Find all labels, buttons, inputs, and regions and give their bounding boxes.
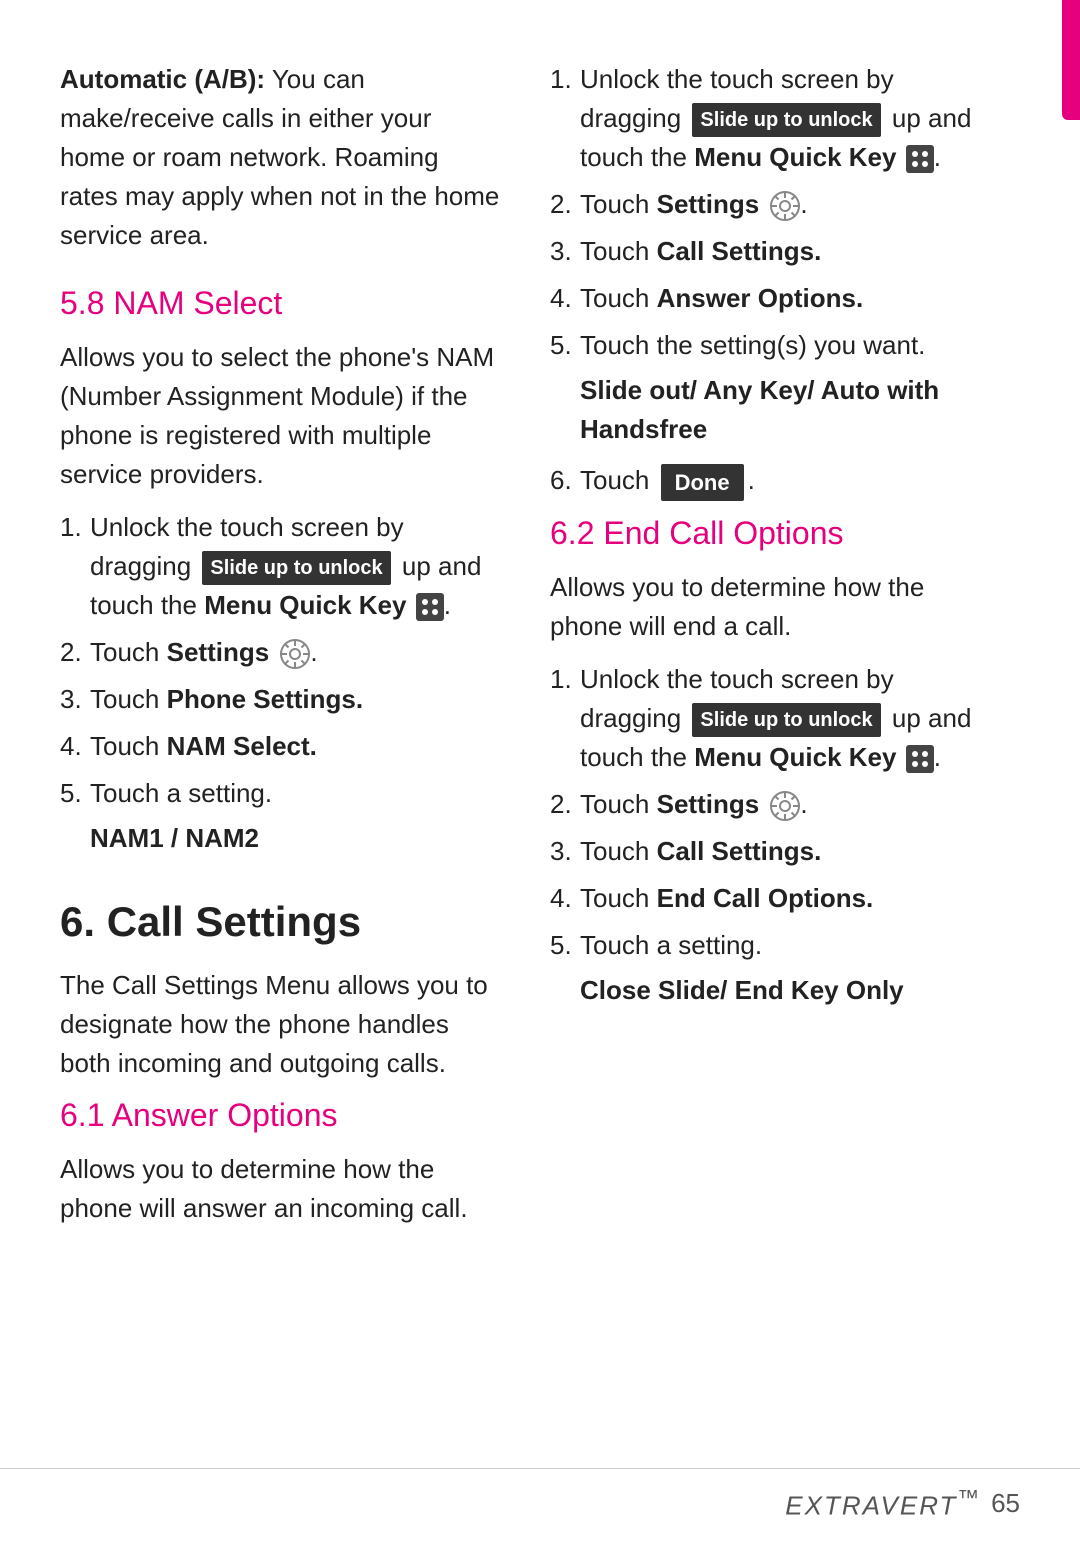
end-call-options-heading: 6.2 End Call Options xyxy=(550,515,990,552)
ao-step-2: 2. Touch Settings xyxy=(550,185,990,224)
automatic-text: Automatic (A/B): You can make/receive ca… xyxy=(60,60,500,255)
nam-select-steps: 1. Unlock the touch screen by dragging S… xyxy=(60,508,500,862)
answer-options-body: Allows you to determine how the phone wi… xyxy=(60,1150,500,1228)
accent-bar xyxy=(1062,0,1080,120)
nam-sub-options: NAM1 / NAM2 xyxy=(60,819,500,858)
end-call-steps: 1. Unlock the touch screen by dragging S… xyxy=(550,660,990,1014)
menu-quick-key-icon-ao1 xyxy=(906,145,934,173)
ao-sub-options: Slide out/ Any Key/ Auto with Handsfree xyxy=(550,371,990,449)
nam-select-heading: 5.8 NAM Select xyxy=(60,285,500,322)
nam-select-body: Allows you to select the phone's NAM (Nu… xyxy=(60,338,500,494)
menu-quick-key-icon-ec1 xyxy=(906,745,934,773)
automatic-section: Automatic (A/B): You can make/receive ca… xyxy=(60,60,500,255)
ao-step-5: 5. Touch the setting(s) you want. Slide … xyxy=(550,326,990,453)
left-column: Automatic (A/B): You can make/receive ca… xyxy=(60,60,500,1428)
ec-sub-options: Close Slide/ End Key Only xyxy=(550,971,990,1010)
nam-step-3: 3. Touch Phone Settings. xyxy=(60,680,500,719)
ao-step-1: 1. Unlock the touch screen by dragging S… xyxy=(550,60,990,177)
settings-icon xyxy=(280,639,310,669)
content-area: Automatic (A/B): You can make/receive ca… xyxy=(0,0,1080,1468)
ao-step-4: 4. Touch Answer Options. xyxy=(550,279,990,318)
automatic-label: Automatic (A/B): xyxy=(60,64,265,94)
ao-step-3: 3. Touch Call Settings. xyxy=(550,232,990,271)
slide-badge-ao-1: Slide up to unlock xyxy=(692,103,880,137)
settings-icon-ec2 xyxy=(770,791,800,821)
slide-badge-1: Slide up to unlock xyxy=(202,551,390,585)
settings-icon-ao2 xyxy=(770,191,800,221)
ec-step-1: 1. Unlock the touch screen by dragging S… xyxy=(550,660,990,777)
right-column: 1. Unlock the touch screen by dragging S… xyxy=(550,60,990,1428)
call-settings-heading: 6. Call Settings xyxy=(60,898,500,946)
footer: Extravert™ 65 xyxy=(0,1468,1080,1552)
page: Automatic (A/B): You can make/receive ca… xyxy=(0,0,1080,1552)
answer-options-steps: 1. Unlock the touch screen by dragging S… xyxy=(550,60,990,501)
ec-step-5: 5. Touch a setting. Close Slide/ End Key… xyxy=(550,926,990,1014)
ec-step-2: 2. Touch Settings xyxy=(550,785,990,824)
done-badge: Done xyxy=(661,464,744,501)
slide-badge-ec-1: Slide up to unlock xyxy=(692,703,880,737)
ec-step-4: 4. Touch End Call Options. xyxy=(550,879,990,918)
nam-step-4: 4. Touch NAM Select. xyxy=(60,727,500,766)
nam-step-1: 1. Unlock the touch screen by dragging S… xyxy=(60,508,500,625)
menu-quick-key-icon xyxy=(416,593,444,621)
answer-options-heading: 6.1 Answer Options xyxy=(60,1097,500,1134)
ao-step-6: 6. Touch Done. xyxy=(550,461,990,501)
call-settings-body: The Call Settings Menu allows you to des… xyxy=(60,966,500,1083)
footer-page-number: 65 xyxy=(991,1488,1020,1519)
end-call-options-body: Allows you to determine how the phone wi… xyxy=(550,568,990,646)
ec-step-3: 3. Touch Call Settings. xyxy=(550,832,990,871)
nam-step-5: 5. Touch a setting. NAM1 / NAM2 xyxy=(60,774,500,862)
footer-brand: Extravert™ xyxy=(785,1485,981,1522)
nam-step-2: 2. Touch Settings xyxy=(60,633,500,672)
